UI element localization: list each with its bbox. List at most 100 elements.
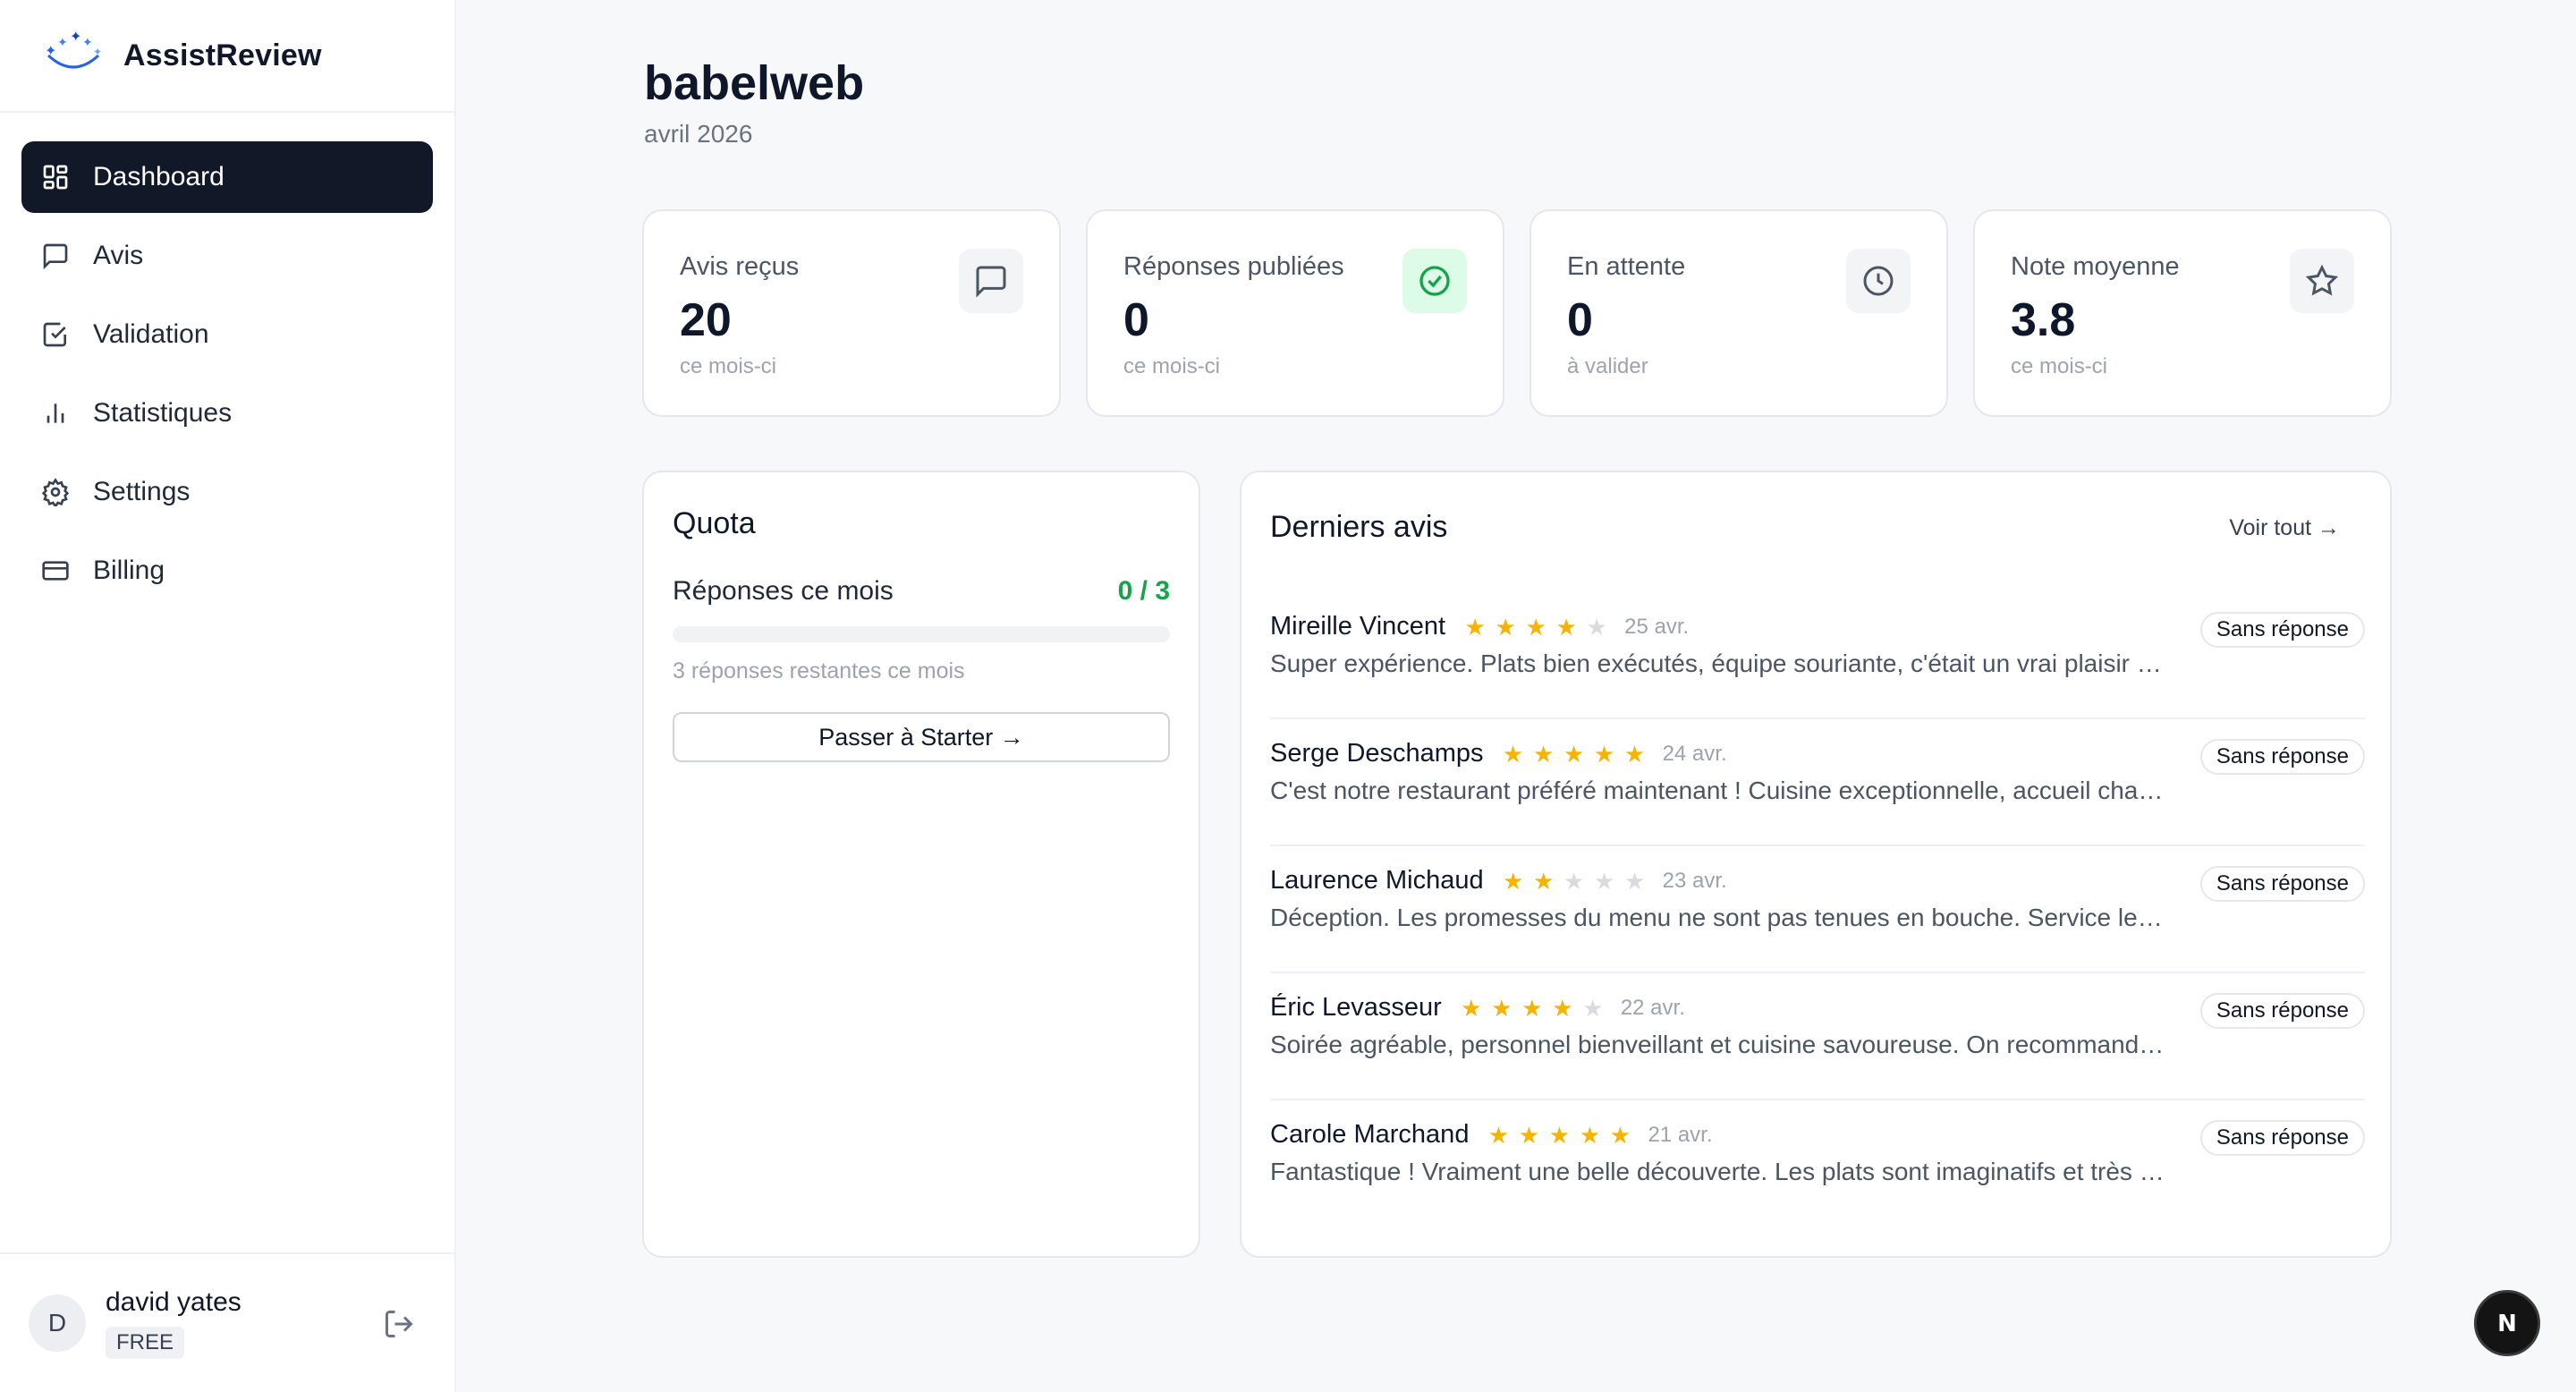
sidebar-item-settings[interactable]: Settings	[21, 456, 433, 528]
credit-card-icon	[41, 556, 70, 585]
plan-badge: FREE	[106, 1327, 185, 1359]
quota-title: Quota	[673, 506, 756, 540]
sidebar-item-label: Dashboard	[93, 162, 225, 191]
stat-value: 0	[1123, 294, 1149, 346]
rating-stars: ★ ★ ★ ★ ★	[1483, 1122, 1635, 1149]
review-item[interactable]: Laurence Michaud ★ ★ ★ ★ ★ 23 avr. Déception…	[1270, 846, 2365, 973]
review-item[interactable]: Serge Deschamps ★ ★ ★ ★ ★ 24 avr. C'est notr…	[1270, 719, 2365, 846]
stat-sub: ce mois-ci	[680, 354, 777, 378]
review-text: C'est notre restaurant préféré maintenan…	[1270, 777, 2165, 804]
see-all-link[interactable]: Voir tout →	[2229, 515, 2340, 541]
review-item[interactable]: Carole Marchand ★ ★ ★ ★ ★ 21 avr. Fantastiqu…	[1270, 1100, 2365, 1227]
svg-text:✦: ✦	[45, 44, 56, 59]
stat-label: En attente	[1567, 252, 1686, 281]
message-square-icon	[959, 249, 1023, 313]
sidebar-item-avis[interactable]: Avis	[21, 220, 433, 292]
star-filled-icon: ★	[1623, 740, 1646, 768]
review-text: Super expérience. Plats bien exécutés, é…	[1270, 649, 2165, 677]
stat-value: 3.8	[2011, 294, 2076, 346]
star-filled-icon: ★	[1495, 613, 1516, 641]
upgrade-button[interactable]: Passer à Starter →	[673, 712, 1170, 762]
stat-value: 0	[1567, 294, 1593, 346]
logo-icon: ✦ ✦ ✦ ✦ ✦	[45, 30, 102, 69]
stat-sub: ce mois-ci	[2011, 354, 2108, 378]
stat-label: Avis reçus	[680, 252, 800, 281]
reviews-title: Derniers avis	[1270, 510, 1448, 544]
stat-sub: à valider	[1567, 354, 1648, 378]
review-item[interactable]: Mireille Vincent ★ ★ ★ ★ ★ 25 avr. Super exp…	[1270, 592, 2365, 719]
star-filled-icon: ★	[1525, 613, 1546, 641]
star-filled-icon: ★	[1464, 613, 1486, 641]
sidebar-item-label: Billing	[93, 556, 165, 585]
sidebar: ✦ ✦ ✦ ✦ ✦ AssistReview Dashboard Avis Va…	[0, 0, 456, 1392]
review-author: Mireille Vincent	[1270, 612, 1446, 641]
check-circle-icon	[1402, 249, 1467, 313]
star-filled-icon: ★	[1518, 1121, 1540, 1149]
star-filled-icon: ★	[1548, 1121, 1571, 1149]
quota-label: Réponses ce mois	[673, 576, 894, 606]
stat-card-note-moyenne: Note moyenne 3.8 ce mois-ci	[1973, 209, 2392, 417]
brand[interactable]: ✦ ✦ ✦ ✦ ✦ AssistReview	[0, 0, 454, 113]
review-date: 23 avr.	[1662, 868, 1727, 893]
stat-card-avis-recus: Avis reçus 20 ce mois-ci	[642, 209, 1061, 417]
sidebar-item-label: Statistiques	[93, 398, 233, 428]
brand-name: AssistReview	[123, 38, 322, 72]
review-author: Carole Marchand	[1270, 1120, 1470, 1149]
star-empty-icon: ★	[1586, 613, 1607, 641]
star-empty-icon: ★	[1593, 867, 1615, 895]
quota-count: 0 / 3	[1117, 576, 1170, 606]
sidebar-item-validation[interactable]: Validation	[21, 299, 433, 370]
sidebar-item-statistiques[interactable]: Statistiques	[21, 378, 433, 449]
avatar[interactable]: D	[29, 1294, 86, 1352]
bar-chart-icon	[41, 399, 70, 428]
stat-card-reponses-publiees: Réponses publiées 0 ce mois-ci	[1086, 209, 1504, 417]
review-text: Soirée agréable, personnel bienveillant …	[1270, 1031, 2165, 1058]
sidebar-item-label: Settings	[93, 477, 191, 506]
clock-icon	[1846, 249, 1911, 313]
review-author: Laurence Michaud	[1270, 866, 1484, 895]
svg-text:✦: ✦	[82, 35, 93, 49]
star-filled-icon: ★	[1555, 613, 1577, 641]
review-item[interactable]: Éric Levasseur ★ ★ ★ ★ ★ 22 avr. Soirée agré…	[1270, 973, 2365, 1100]
reviews-panel: Derniers avis Voir tout → Mireille Vince…	[1240, 471, 2392, 1258]
user-info: david yates FREE	[106, 1287, 242, 1359]
star-empty-icon: ★	[1582, 994, 1604, 1022]
star-empty-icon: ★	[1563, 867, 1585, 895]
sidebar-item-dashboard[interactable]: Dashboard	[21, 141, 433, 213]
star-filled-icon: ★	[1491, 994, 1513, 1022]
star-filled-icon: ★	[1487, 1121, 1510, 1149]
star-filled-icon: ★	[1532, 867, 1555, 895]
status-badge: Sans réponse	[2199, 866, 2365, 902]
user-panel: D david yates FREE	[0, 1252, 454, 1392]
period-label: avril 2026	[644, 120, 753, 148]
review-date: 24 avr.	[1662, 741, 1727, 766]
quota-panel: Quota Réponses ce mois 0 / 3 3 réponses …	[642, 471, 1200, 1258]
stat-value: 20	[680, 294, 732, 346]
star-filled-icon: ★	[1552, 994, 1573, 1022]
check-square-icon	[41, 320, 70, 349]
review-author: Éric Levasseur	[1270, 993, 1442, 1022]
review-text: Fantastique ! Vraiment une belle découve…	[1270, 1158, 2165, 1185]
logout-icon[interactable]	[383, 1308, 415, 1340]
stat-card-en-attente: En attente 0 à valider	[1530, 209, 1948, 417]
star-icon	[2290, 249, 2354, 313]
star-filled-icon: ★	[1593, 740, 1615, 768]
status-badge: Sans réponse	[2199, 993, 2365, 1029]
sidebar-item-label: Avis	[93, 241, 144, 270]
review-date: 21 avr.	[1648, 1122, 1713, 1147]
stat-label: Note moyenne	[2011, 252, 2180, 281]
star-filled-icon: ★	[1563, 740, 1585, 768]
rating-stars: ★ ★ ★ ★ ★	[1460, 614, 1612, 641]
dashboard-icon	[41, 163, 70, 191]
review-date: 25 avr.	[1624, 614, 1690, 639]
stat-sub: ce mois-ci	[1123, 354, 1221, 378]
user-name: david yates	[106, 1287, 242, 1317]
svg-text:✦: ✦	[93, 46, 102, 58]
sidebar-item-billing[interactable]: Billing	[21, 535, 433, 607]
rating-stars: ★ ★ ★ ★ ★	[1498, 741, 1650, 768]
svg-text:✦: ✦	[70, 30, 81, 45]
sidebar-item-label: Validation	[93, 319, 209, 349]
star-filled-icon: ★	[1532, 740, 1555, 768]
next-dev-tools-button[interactable]: N	[2474, 1290, 2540, 1356]
status-badge: Sans réponse	[2199, 612, 2365, 648]
